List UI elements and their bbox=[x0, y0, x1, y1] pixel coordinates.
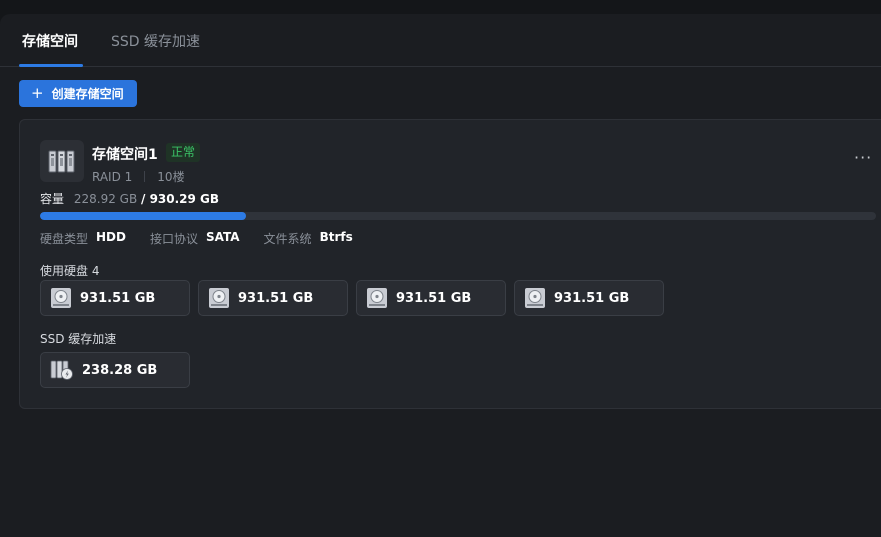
property-key: 硬盘类型 bbox=[40, 232, 89, 246]
meta-divider bbox=[144, 171, 146, 182]
storage-pool-card: 存储空间1 正常 RAID 1 10楼 ··· 容量 228.92 GB / 9… bbox=[19, 119, 881, 409]
create-storage-button[interactable]: + 创建存储空间 bbox=[19, 80, 137, 107]
pool-properties: 硬盘类型 HDD 接口协议 SATA 文件系统 Btrfs bbox=[40, 230, 377, 247]
plus-icon: + bbox=[31, 84, 44, 102]
hdd-disk-item[interactable]: 931.51 GB bbox=[356, 280, 506, 316]
raid-level: RAID 1 bbox=[92, 169, 133, 184]
disk-type-property: 硬盘类型 HDD bbox=[40, 230, 126, 247]
create-storage-label: 创建存储空间 bbox=[51, 87, 124, 101]
hdd-disk-item[interactable]: 931.51 GB bbox=[40, 280, 190, 316]
disk-size: 931.51 GB bbox=[80, 290, 156, 306]
hdd-icon bbox=[367, 288, 387, 308]
hdd-icon bbox=[51, 288, 71, 308]
hdd-disk-item[interactable]: 931.51 GB bbox=[198, 280, 348, 316]
disks-section-label: 使用硬盘 4 bbox=[40, 264, 100, 278]
hdd-icon bbox=[525, 288, 545, 308]
status-badge: 正常 bbox=[166, 143, 201, 162]
hdd-icon bbox=[209, 288, 229, 308]
storage-window: 存储空间 SSD 缓存加速 + 创建存储空间 存储空间1 正常 RAID 1 1… bbox=[0, 14, 881, 537]
property-key: 文件系统 bbox=[263, 232, 312, 246]
more-horizontal-icon[interactable]: ··· bbox=[854, 150, 872, 166]
capacity-info: 容量 228.92 GB / 930.29 GB bbox=[40, 190, 219, 207]
disk-size: 931.51 GB bbox=[396, 290, 472, 306]
property-value: Btrfs bbox=[319, 230, 353, 244]
pool-location: 10楼 bbox=[157, 170, 185, 184]
property-key: 接口协议 bbox=[149, 232, 198, 246]
tab-storage-space[interactable]: 存储空间 bbox=[22, 31, 78, 51]
ssd-cache-disk-item[interactable]: 238.28 GB bbox=[40, 352, 190, 388]
capacity-label: 容量 bbox=[40, 192, 65, 206]
capacity-total: / 930.29 GB bbox=[141, 192, 220, 206]
active-tab-indicator bbox=[19, 64, 83, 67]
ssd-cache-section-label: SSD 缓存加速 bbox=[40, 332, 117, 346]
property-value: HDD bbox=[96, 230, 126, 244]
pool-meta: RAID 1 10楼 bbox=[92, 168, 185, 185]
disk-size: 931.51 GB bbox=[554, 290, 630, 306]
interface-property: 接口协议 SATA bbox=[150, 230, 240, 247]
tab-bar: 存储空间 SSD 缓存加速 bbox=[0, 14, 881, 67]
server-rack-icon bbox=[40, 140, 84, 182]
capacity-used: 228.92 GB bbox=[73, 192, 138, 206]
tab-ssd-cache[interactable]: SSD 缓存加速 bbox=[111, 31, 200, 51]
property-value: SATA bbox=[206, 230, 240, 244]
filesystem-property: 文件系统 Btrfs bbox=[264, 230, 353, 247]
disk-size: 931.51 GB bbox=[238, 290, 314, 306]
hdd-disk-item[interactable]: 931.51 GB bbox=[514, 280, 664, 316]
pool-name: 存储空间1 bbox=[92, 147, 158, 163]
capacity-progress-fill bbox=[40, 212, 246, 220]
disk-size: 238.28 GB bbox=[82, 362, 158, 378]
capacity-progress-bar bbox=[40, 212, 876, 220]
ssd-cache-icon bbox=[50, 360, 73, 380]
